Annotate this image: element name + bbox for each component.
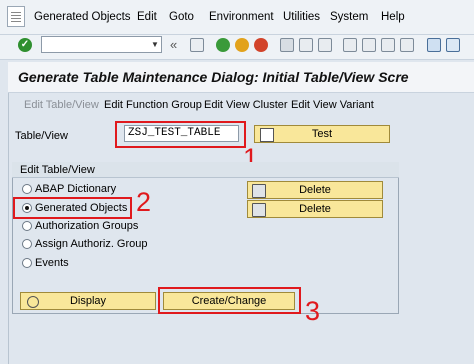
- table-view-label: Table/View: [15, 130, 68, 142]
- glasses-icon: [27, 296, 39, 308]
- next-page-icon[interactable]: [381, 38, 395, 52]
- menu-bar: Generated Objects Edit Goto Environment …: [0, 0, 474, 35]
- radio-label: Authorization Groups: [35, 220, 139, 232]
- page-title: Generate Table Maintenance Dialog: Initi…: [18, 69, 409, 85]
- exit-icon[interactable]: [235, 38, 249, 52]
- step-marker-3: 3: [305, 296, 321, 326]
- menu-help[interactable]: Help: [381, 11, 405, 23]
- cancel-icon[interactable]: [254, 38, 268, 52]
- find-icon[interactable]: [299, 38, 313, 52]
- menu-generated-objects[interactable]: Generated Objects: [34, 11, 131, 23]
- document-icon[interactable]: [7, 6, 25, 27]
- radio-label: ABAP Dictionary: [35, 183, 117, 195]
- save-icon[interactable]: [190, 38, 204, 52]
- radio-button[interactable]: [22, 239, 32, 249]
- tab-edit-table-view: Edit Table/View: [24, 99, 99, 111]
- tab-edit-view-variant[interactable]: Edit View Variant: [291, 99, 374, 111]
- menu-edit[interactable]: Edit: [137, 11, 157, 23]
- new-session-icon[interactable]: [427, 38, 441, 52]
- find-next-icon[interactable]: [318, 38, 332, 52]
- trash-icon: [252, 184, 266, 198]
- display-button[interactable]: Display: [20, 292, 156, 310]
- radio-label: Events: [35, 257, 69, 269]
- tab-edit-view-cluster[interactable]: Edit View Cluster: [204, 99, 288, 111]
- trash-icon: [252, 203, 266, 217]
- command-field[interactable]: [41, 36, 162, 53]
- tab-edit-function-group[interactable]: Edit Function Group: [104, 99, 202, 111]
- history-back-icon[interactable]: «: [170, 37, 177, 52]
- delete-button-1[interactable]: Delete: [247, 181, 383, 199]
- back-icon[interactable]: [216, 38, 230, 52]
- group-title: Edit Table/View: [20, 164, 95, 176]
- delete-button-label: Delete: [299, 184, 331, 196]
- test-button-label: Test: [311, 128, 333, 140]
- test-button[interactable]: Test: [254, 125, 390, 143]
- highlight-box-generated-objects: [13, 197, 132, 219]
- radio-button[interactable]: [22, 221, 32, 231]
- last-page-icon[interactable]: [400, 38, 414, 52]
- display-button-label: Display: [69, 295, 107, 307]
- step-marker-2: 2: [136, 187, 152, 217]
- first-page-icon[interactable]: [343, 38, 357, 52]
- menu-utilities[interactable]: Utilities: [283, 11, 320, 23]
- shortcut-icon[interactable]: [446, 38, 460, 52]
- highlight-box-create-change: [158, 287, 301, 314]
- radio-button[interactable]: [22, 258, 32, 268]
- print-icon[interactable]: [280, 38, 294, 52]
- menu-system[interactable]: System: [330, 11, 368, 23]
- previous-page-icon[interactable]: [362, 38, 376, 52]
- chevron-down-icon[interactable]: ▼: [149, 37, 161, 52]
- highlight-box-table-view: [115, 121, 246, 148]
- menu-environment[interactable]: Environment: [209, 11, 274, 23]
- delete-button-label: Delete: [299, 203, 331, 215]
- group-title-bar: Edit Table/View: [12, 162, 399, 178]
- menu-goto[interactable]: Goto: [169, 11, 194, 23]
- delete-button-2[interactable]: Delete: [247, 200, 383, 218]
- test-icon: [260, 128, 274, 142]
- enter-check-icon[interactable]: ✓: [18, 38, 32, 52]
- radio-label: Assign Authoriz. Group: [35, 238, 148, 250]
- radio-button[interactable]: [22, 184, 32, 194]
